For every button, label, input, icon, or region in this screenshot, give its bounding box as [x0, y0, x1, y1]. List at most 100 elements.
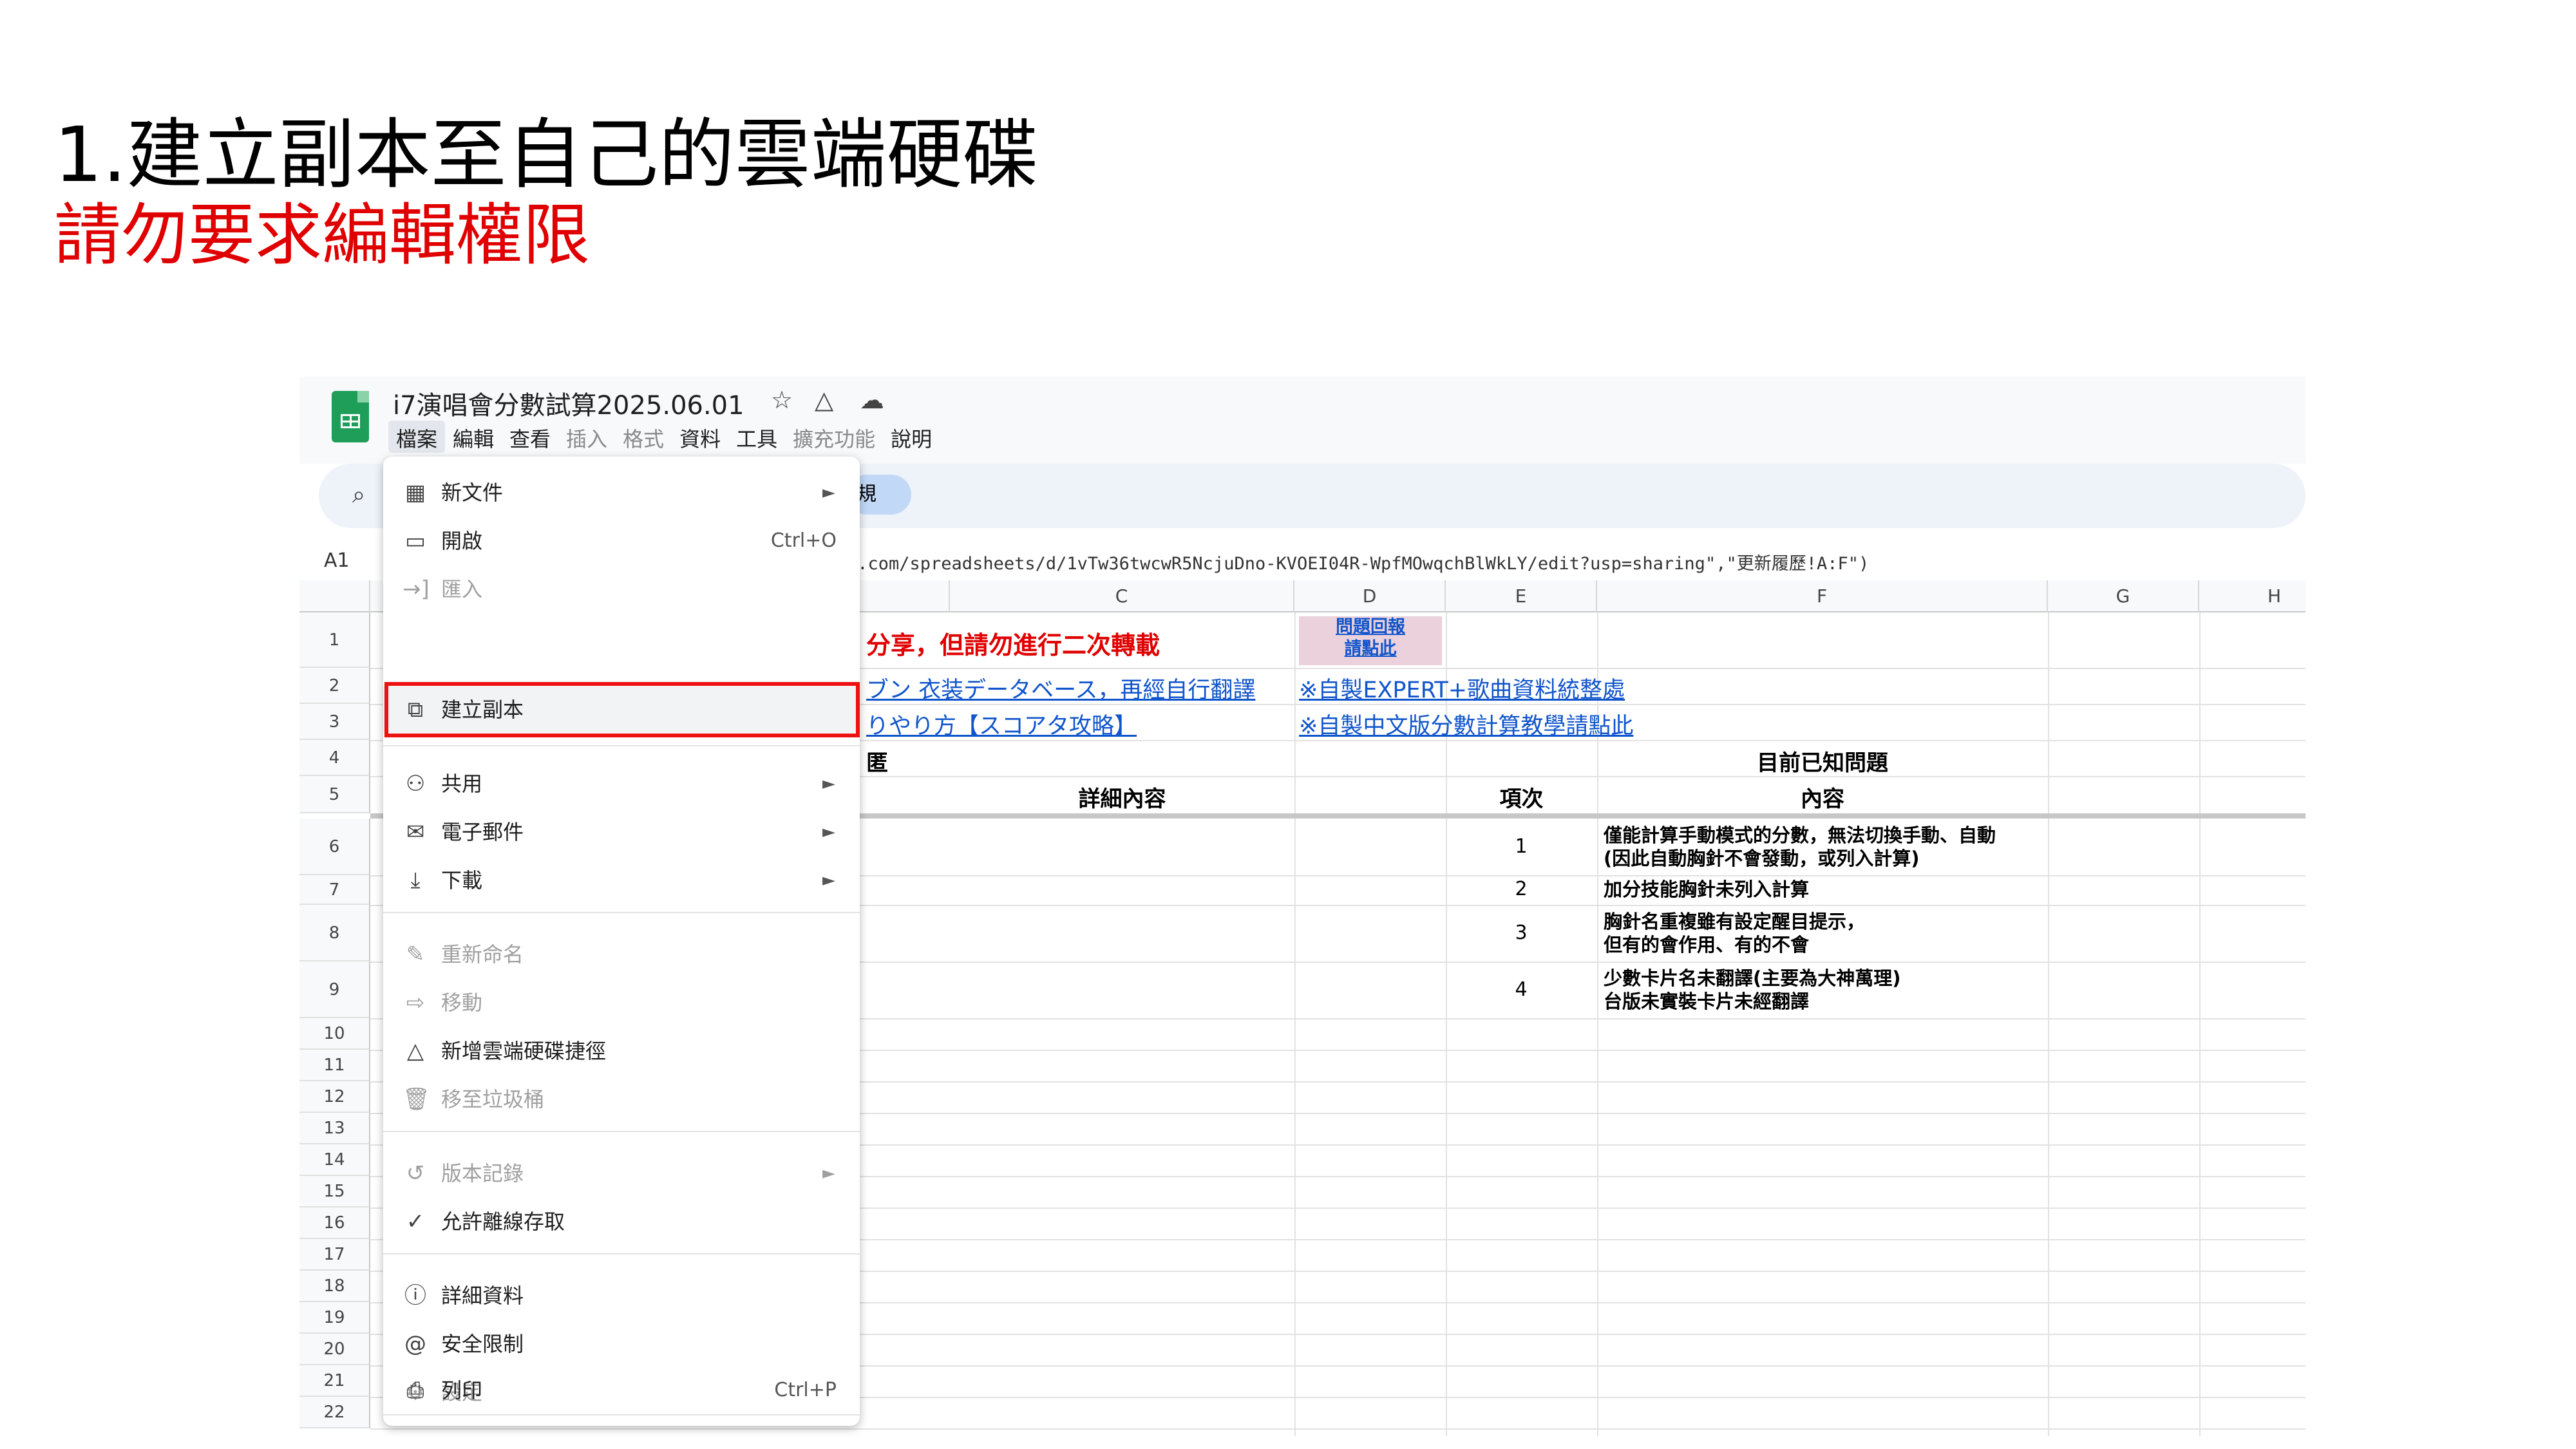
menu-item-trash[interactable]: 🗑 移至垃圾桶 — [383, 1076, 860, 1122]
download-icon: ⤓ — [410, 867, 421, 893]
menu-data[interactable]: 資料 — [672, 421, 728, 453]
menu-item-rename[interactable]: ✎ 重新命名 — [383, 931, 860, 978]
calculation-tutorial-link[interactable]: ※自製中文版分數計算教學請點此 — [1299, 708, 1633, 741]
menu-item-import[interactable]: →] 匯入 — [383, 566, 860, 612]
known-issues-title: 目前已知問題 — [1757, 750, 1888, 776]
menu-item-version-history[interactable]: ↺ 版本記錄 ► — [383, 1150, 860, 1197]
row-header[interactable]: 2 — [299, 668, 370, 704]
menu-help[interactable]: 說明 — [883, 421, 940, 453]
menu-item-label: 安全限制 — [441, 1332, 524, 1356]
menu-item-new[interactable]: ▦ 新文件 ► — [383, 469, 860, 516]
row-header[interactable]: 4 — [299, 740, 370, 776]
row-header[interactable]: 16 — [299, 1208, 370, 1239]
row-header[interactable]: 6 — [299, 819, 370, 875]
search-icon[interactable]: ⌕ — [352, 482, 365, 509]
column-header-h[interactable]: H — [2199, 580, 2306, 612]
print-icon: ⎙ — [406, 1378, 424, 1403]
row-header[interactable]: 5 — [299, 776, 370, 813]
menu-item-move[interactable]: ⇨ 移動 — [383, 980, 860, 1026]
row-header[interactable]: 8 — [299, 905, 370, 961]
issue-text: 胸針名重複雖有設定醒目提示， 但有的會作用、有的不會 — [1604, 911, 1866, 956]
menu-item-label: 電子郵件 — [441, 820, 524, 844]
row-header[interactable]: 1 — [299, 612, 370, 668]
sheets-logo-icon[interactable] — [332, 391, 369, 442]
column-header-d[interactable]: D — [1294, 580, 1446, 612]
column-header-f[interactable]: F — [1597, 580, 2048, 612]
slide-subtitle: 請勿要求編輯權限 — [54, 196, 591, 274]
file-menu-dropdown: ▦ 新文件 ► ▭ 開啟 Ctrl+O →] 匯入 ⧉ 建立副本 ⚇ 共用 ► … — [383, 457, 860, 1426]
move-icon: ⇨ — [406, 990, 425, 1016]
notice-cell-c1[interactable]: 分享，但請勿進行二次轉載 — [866, 625, 1160, 661]
costume-database-link[interactable]: ブン 衣装データベース，再經自行翻譯 — [866, 672, 1255, 705]
menu-item-label: 詳細資料 — [441, 1283, 524, 1308]
row-header[interactable]: 22 — [299, 1397, 370, 1428]
row-header[interactable]: 7 — [299, 875, 370, 905]
column-divider — [2199, 612, 2201, 1436]
row-header[interactable]: 10 — [299, 1018, 370, 1050]
column-divider — [2048, 612, 2049, 1436]
row-header[interactable]: 19 — [299, 1302, 370, 1334]
name-box[interactable]: A1 — [324, 549, 350, 572]
menu-insert[interactable]: 插入 — [558, 421, 615, 453]
menu-tools[interactable]: 工具 — [728, 421, 785, 453]
issue-number: 4 — [1515, 978, 1528, 1001]
menu-item-label: 允許離線存取 — [441, 1209, 565, 1234]
offline-icon: ✓ — [406, 1209, 425, 1235]
rename-icon: ✎ — [406, 942, 425, 967]
cloud-status-icon[interactable]: ☁ — [860, 386, 884, 414]
row-header[interactable]: 12 — [299, 1081, 370, 1113]
column-header-c[interactable]: C — [950, 580, 1294, 612]
row-header[interactable]: 17 — [299, 1239, 370, 1271]
menu-item-offline[interactable]: ✓ 允許離線存取 — [383, 1198, 860, 1245]
menu-item-label: 移至垃圾桶 — [441, 1087, 545, 1112]
share-icon: ⚇ — [405, 771, 426, 797]
menu-item-details[interactable]: ⓘ 詳細資料 — [383, 1273, 860, 1319]
menu-item-open[interactable]: ▭ 開啟 Ctrl+O — [383, 518, 860, 564]
column-header-e[interactable]: E — [1446, 580, 1597, 612]
submenu-arrow-icon: ► — [822, 1164, 835, 1183]
menu-view[interactable]: 查看 — [502, 421, 558, 453]
column-divider — [1294, 612, 1296, 1436]
menu-file[interactable]: 檔案 — [388, 421, 446, 453]
menu-item-label: 重新命名 — [441, 942, 524, 967]
row-header[interactable]: 3 — [299, 704, 370, 740]
move-to-drive-icon[interactable]: △ — [815, 386, 833, 414]
menu-item-share[interactable]: ⚇ 共用 ► — [383, 761, 860, 807]
issue-number: 1 — [1515, 835, 1528, 858]
row-header[interactable]: 21 — [299, 1365, 370, 1397]
menu-item-download[interactable]: ⤓ 下載 ► — [383, 857, 860, 904]
issue-number: 2 — [1515, 878, 1528, 900]
menu-item-security[interactable]: @ 安全限制 — [383, 1321, 860, 1367]
report-issue-button[interactable]: 問題回報 請點此 — [1299, 616, 1442, 665]
menu-item-add-shortcut[interactable]: △ 新增雲端硬碟捷徑 — [383, 1028, 860, 1074]
detail-header: 詳細內容 — [1078, 786, 1166, 812]
select-all-corner[interactable] — [299, 580, 370, 612]
row-header[interactable]: 20 — [299, 1334, 370, 1365]
folder-icon: ▭ — [404, 528, 426, 554]
slide-title: 1.建立副本至自己的雲端硬碟 — [54, 110, 1039, 199]
menu-item-email[interactable]: ✉ 電子郵件 ► — [383, 809, 860, 855]
row-header[interactable]: 14 — [299, 1144, 370, 1176]
expert-song-data-link[interactable]: ※自製EXPERT+歌曲資料統整處 — [1299, 672, 1625, 705]
row-header[interactable]: 15 — [299, 1176, 370, 1208]
menu-format[interactable]: 格式 — [615, 421, 672, 453]
submenu-arrow-icon: ► — [822, 774, 835, 793]
row-divider — [370, 1428, 2306, 1430]
row-header[interactable]: 13 — [299, 1113, 370, 1144]
menu-item-label: 移動 — [441, 990, 483, 1015]
menu-item-label: 共用 — [441, 772, 483, 796]
email-icon: ✉ — [406, 819, 425, 845]
formula-input[interactable]: e.com/spreadsheets/d/1vTw36twcwR5NcjuDno… — [847, 549, 1869, 574]
row-header[interactable]: 11 — [299, 1050, 370, 1081]
column-header-g[interactable]: G — [2048, 580, 2199, 612]
star-icon[interactable]: ☆ — [771, 386, 793, 414]
security-icon: @ — [404, 1331, 426, 1357]
menu-extensions[interactable]: 擴充功能 — [785, 421, 883, 453]
row-header[interactable]: 9 — [299, 961, 370, 1018]
document-title[interactable]: i7演唱會分數試算2025.06.01 — [393, 384, 744, 422]
row-header[interactable]: 18 — [299, 1271, 370, 1302]
menu-divider — [383, 745, 860, 746]
menu-item-print[interactable]: ⎙ 列印 Ctrl+P — [383, 1367, 860, 1414]
menu-edit[interactable]: 編輯 — [445, 421, 502, 453]
score-attack-guide-link[interactable]: りやり方【スコアタ攻略】 — [866, 708, 1137, 741]
